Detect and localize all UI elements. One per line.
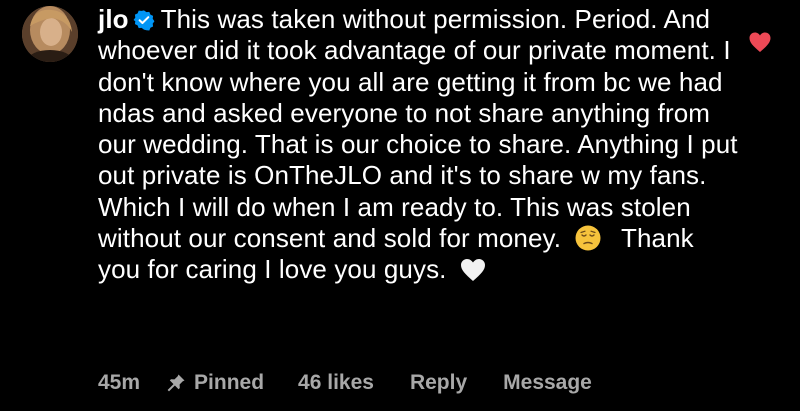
comment-text: This was taken without permission. Perio…: [98, 4, 738, 254]
white-heart-icon: [460, 259, 485, 282]
reply-button[interactable]: Reply: [410, 371, 467, 395]
pin-icon: [167, 374, 185, 392]
like-heart-icon[interactable]: [748, 31, 772, 53]
username[interactable]: jlo: [98, 4, 129, 34]
avatar[interactable]: [22, 6, 78, 62]
comment-meta: 45m Pinned 46 likes Reply Message: [98, 371, 592, 395]
verified-badge-icon: [133, 10, 155, 31]
likes-count[interactable]: 46 likes: [298, 371, 374, 395]
comment-item: jlo This was taken without permission. Pe…: [0, 0, 800, 411]
comment-body: jlo This was taken without permission. Pe…: [98, 4, 738, 286]
pinned-indicator: Pinned: [166, 371, 264, 395]
avatar-photo: [22, 6, 78, 62]
comment-timestamp: 45m: [98, 371, 141, 394]
pensive-face-emoji: [575, 225, 601, 251]
pinned-label: Pinned: [194, 371, 265, 394]
message-button[interactable]: Message: [503, 371, 592, 395]
